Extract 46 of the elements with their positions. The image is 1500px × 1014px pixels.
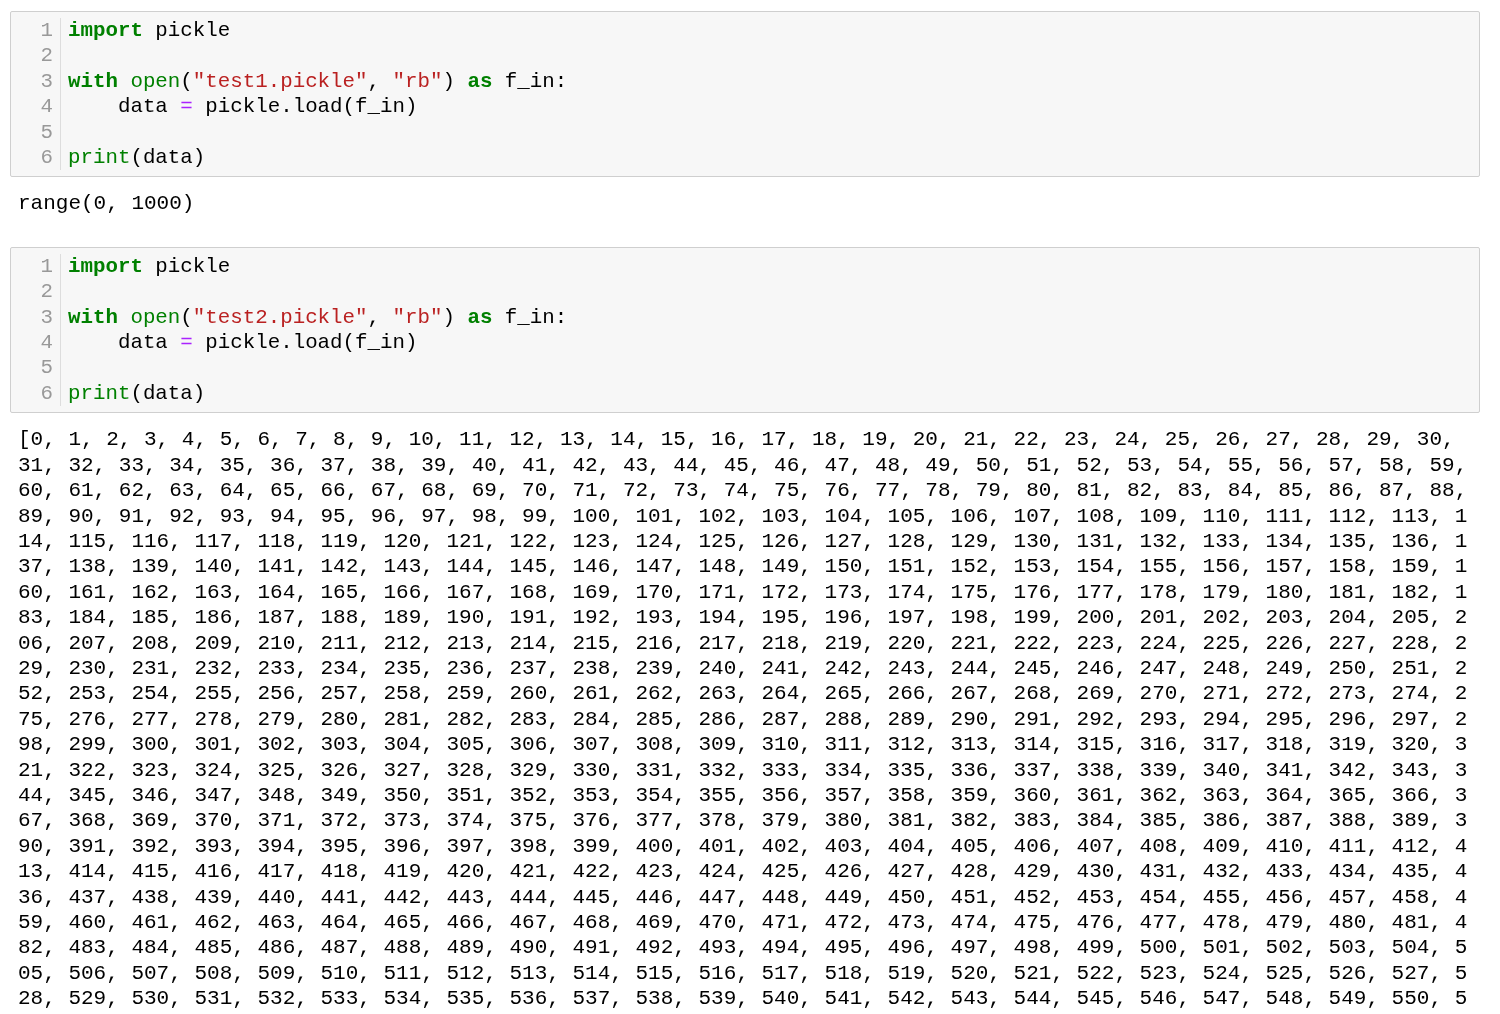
output-line: 14, 115, 116, 117, 118, 119, 120, 121, 122, 123, 124, 125, 126, 127, 128, 129, 130, 131, 132, 133, 134, 135, 136, 1: [18, 528, 1468, 555]
output-line: 37, 138, 139, 140, 141, 142, 143, 144, 145, 146, 147, 148, 149, 150, 151, 152, 153, 154, 155, 156, 157, 158, 159, 1: [18, 554, 1468, 580]
output-line: 67, 368, 369, 370, 371, 372, 373, 374, 375, 376, 377, 378, 379, 380, 381, 382, 383, 384, 385, 386, 387, 388, 389, 3: [18, 808, 1468, 834]
output-line: 52, 253, 254, 255, 256, 257, 258, 259, 260, 261, 262, 263, 264, 265, 266, 267, 268, 269, 270, 271, 272, 273, 274, 2: [18, 681, 1468, 707]
output-line: 05, 506, 507, 508, 509, 510, 511, 512, 513, 514, 515, 516, 517, 518, 519, 520, 521, 522, 523, 524, 525, 526, 527, 5: [18, 960, 1468, 987]
line-number: 6: [40, 380, 53, 407]
line-number: 5: [40, 355, 53, 381]
line-number: 1: [40, 18, 53, 44]
output-line: 82, 483, 484, 485, 486, 487, 488, 489, 490, 491, 492, 493, 494, 495, 496, 497, 498, 499, 500, 501, 502, 503, 504, 5: [18, 935, 1468, 961]
line-number: 4: [40, 330, 53, 356]
line-number: 3: [40, 304, 53, 331]
output-line: 31, 32, 33, 34, 35, 36, 37, 38, 39, 40, 41, 42, 43, 44, 45, 46, 47, 48, 49, 50, 51, 52, 53, 54, 55, 56, 57, 58, 59,: [18, 452, 1468, 479]
output-line: 59, 460, 461, 462, 463, 464, 465, 466, 467, 468, 469, 470, 471, 472, 473, 474, 475, 476, 477, 478, 479, 480, 481, 4: [18, 910, 1468, 936]
output-line: 90, 391, 392, 393, 394, 395, 396, 397, 398, 399, 400, 401, 402, 403, 404, 405, 406, 407, 408, 409, 410, 411, 412, 4: [18, 833, 1468, 860]
line-number: 4: [40, 94, 53, 120]
output-line: 89, 90, 91, 92, 93, 94, 95, 96, 97, 98, 99, 100, 101, 102, 103, 104, 105, 106, 107, 108, 109, 110, 111, 112, 113, 1: [18, 503, 1468, 529]
output-line: 60, 161, 162, 163, 164, 165, 166, 167, 168, 169, 170, 171, 172, 173, 174, 175, 176, 177, 178, 179, 180, 181, 182, 1: [18, 579, 1468, 606]
output-line: 60, 61, 62, 63, 64, 65, 66, 67, 68, 69, 70, 71, 72, 73, 74, 75, 76, 77, 78, 79, 80, 81, 82, 83, 84, 85, 86, 87, 88,: [18, 478, 1468, 504]
code-cell[interactable]: 1 2 3 4 5 6 import pickle with open("test1.pickle", "rb") as f_in: data = pickle.load(f_in) print(data): [10, 11, 1480, 178]
code-line: with open("test1.pickle", "rb") as f_in:: [68, 69, 568, 93]
code-line: data = pickle.load(f_in): [116, 95, 418, 119]
output-line: 75, 276, 277, 278, 279, 280, 281, 282, 283, 284, 285, 286, 287, 288, 289, 290, 291, 292, 293, 294, 295, 296, 297, 2: [18, 706, 1468, 733]
code-line: print(data): [68, 145, 206, 169]
code-cell[interactable]: 1 2 3 4 5 6 import pickle with open("test2.pickle", "rb") as f_in: data = pickle.load(f_in) print(data): [10, 246, 1480, 414]
line-number: 6: [40, 145, 53, 171]
output-line: 06, 207, 208, 209, 210, 211, 212, 213, 214, 215, 216, 217, 218, 219, 220, 221, 222, 223, 224, 225, 226, 227, 228, 2: [18, 630, 1468, 656]
code-line: with open("test2.pickle", "rb") as f_in:: [68, 305, 568, 329]
output-line: 83, 184, 185, 186, 187, 188, 189, 190, 191, 192, 193, 194, 195, 196, 197, 198, 199, 200, 201, 202, 203, 204, 205, 2: [18, 605, 1468, 631]
code-line: print(data): [68, 381, 206, 405]
output-line: 13, 414, 415, 416, 417, 418, 419, 420, 421, 422, 423, 424, 425, 426, 427, 428, 429, 430, 431, 432, 433, 434, 435, 4: [18, 859, 1468, 885]
code-line: data = pickle.load(f_in): [116, 331, 418, 354]
line-number: 2: [40, 43, 53, 69]
line-number: 2: [40, 279, 53, 305]
line-number: 3: [40, 68, 53, 95]
output-line: range(0, 1000): [18, 191, 195, 217]
output-line: 44, 345, 346, 347, 348, 349, 350, 351, 352, 353, 354, 355, 356, 357, 358, 359, 360, 361, 362, 363, 364, 365, 366, 3: [18, 782, 1468, 809]
output-line: 98, 299, 300, 301, 302, 303, 304, 305, 306, 307, 308, 309, 310, 311, 312, 313, 314, 315, 316, 317, 318, 319, 320, 3: [18, 732, 1468, 758]
output-line: 28, 529, 530, 531, 532, 533, 534, 535, 536, 537, 538, 539, 540, 541, 542, 543, 544, 545, 546, 547, 548, 549, 550, 5: [18, 986, 1468, 1012]
output-line: 29, 230, 231, 232, 233, 234, 235, 236, 237, 238, 239, 240, 241, 242, 243, 244, 245, 246, 247, 248, 249, 250, 251, 2: [18, 655, 1468, 682]
output-line: 21, 322, 323, 324, 325, 326, 327, 328, 329, 330, 331, 332, 333, 334, 335, 336, 337, 338, 339, 340, 341, 342, 343, 3: [18, 757, 1468, 783]
line-number: 5: [40, 119, 53, 146]
output-line: [0, 1, 2, 3, 4, 5, 6, 7, 8, 9, 10, 11, 12, 13, 14, 15, 16, 17, 18, 19, 20, 21, 22, 23, 24, 25, 26, 27, 28, 29, 30,: [18, 427, 1455, 453]
line-number: 1: [40, 253, 53, 280]
code-line: import pickle: [68, 254, 231, 278]
code-line: import pickle: [68, 19, 231, 42]
output-line: 36, 437, 438, 439, 440, 441, 442, 443, 444, 445, 446, 447, 448, 449, 450, 451, 452, 453, 454, 455, 456, 457, 458, 4: [18, 884, 1468, 910]
